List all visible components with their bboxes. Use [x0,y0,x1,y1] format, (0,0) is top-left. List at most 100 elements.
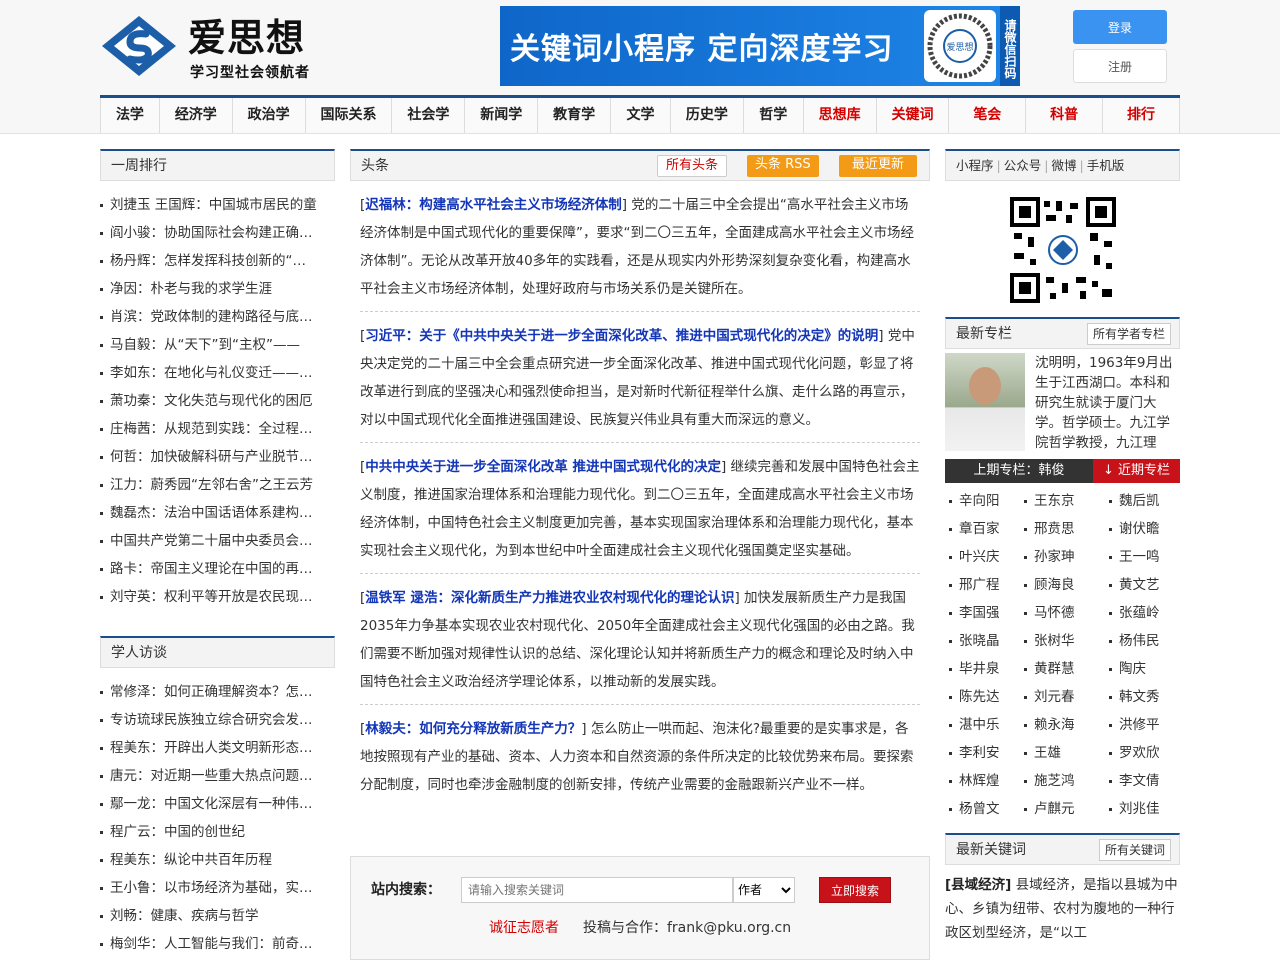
list-item[interactable]: 魏磊杰：法治中国话语体系建构… [100,499,335,527]
list-item[interactable]: 江力：蔚秀园“左邻右舍”之王云芳 [100,471,335,499]
scholar-name-link[interactable]: 邢贲思 [1020,515,1105,543]
scholar-name-link[interactable]: 洪修平 [1105,711,1180,739]
list-item[interactable]: 庄梅茜：从规范到实践：全过程… [100,415,335,443]
list-item[interactable]: 萧功秦：文化失范与现代化的困厄 [100,387,335,415]
nav-item[interactable]: 科普 [1026,98,1104,133]
scholar-name-link[interactable]: 李利安 [945,739,1020,767]
scholar-name-link[interactable]: 张晓晶 [945,627,1020,655]
scholar-name-link[interactable]: 黄文艺 [1105,571,1180,599]
nav-item[interactable]: 历史学 [671,98,744,133]
scholar-name-link[interactable]: 罗欢欣 [1105,739,1180,767]
rss-button[interactable]: 头条 RSS [747,155,819,177]
app-link[interactable]: 公众号 [1004,158,1042,173]
list-item[interactable]: 程广云：中国的创世纪 [100,818,335,846]
nav-item[interactable]: 社会学 [392,98,466,133]
nav-item[interactable]: 经济学 [160,98,233,133]
nav-item[interactable]: 关键词 [877,98,950,133]
scholar-name-link[interactable]: 王雄 [1020,739,1105,767]
recent-updates-button[interactable]: 最近更新 [839,155,917,177]
site-logo[interactable]: 爱思想 学习型社会领航者 [100,14,320,84]
nav-item[interactable]: 笔会 [949,98,1027,133]
scholar-name-link[interactable]: 赖永海 [1020,711,1105,739]
scholar-name-link[interactable]: 顾海良 [1020,571,1105,599]
article-title[interactable]: 迟福林：构建高水平社会主义市场经济体制 [365,197,622,213]
search-input[interactable] [461,877,733,903]
mini-program-banner[interactable]: 关键词小程序 定向深度学习 爱思想 请微信扫码 [500,6,1020,86]
nav-item[interactable]: 思想库 [804,98,877,133]
app-link[interactable]: 微博 [1051,158,1076,173]
scholar-name-link[interactable]: 施芝鸿 [1020,767,1105,795]
all-scholar-columns-button[interactable]: 所有学者专栏 [1086,323,1171,345]
list-item[interactable]: 梅剑华：人工智能与我们：前奇… [100,930,335,958]
scholar-name-link[interactable]: 李文倩 [1105,767,1180,795]
scholar-name-link[interactable]: 辛向阳 [945,487,1020,515]
app-link[interactable]: 小程序 [956,158,994,173]
article-title[interactable]: 中共中央关于进一步全面深化改革 推进中国式现代化的决定 [365,459,721,475]
scholar-name-link[interactable]: 黄群慧 [1020,655,1105,683]
app-link[interactable]: 手机版 [1087,158,1125,173]
nav-item[interactable]: 新闻学 [465,98,539,133]
list-item[interactable]: 刘捷玉 王国辉：中国城市居民的童 [100,191,335,219]
scholar-name-link[interactable]: 杨曾文 [945,795,1020,823]
scholar-name-link[interactable]: 魏后凯 [1105,487,1180,515]
scholar-name-link[interactable]: 王一鸣 [1105,543,1180,571]
list-item[interactable]: 何哲：加快破解科研与产业脱节… [100,443,335,471]
scholar-name-link[interactable]: 湛中乐 [945,711,1020,739]
nav-item[interactable]: 国际关系 [306,98,393,133]
scholar-name-link[interactable]: 张蕴岭 [1105,599,1180,627]
scholar-name-link[interactable]: 孙家珅 [1020,543,1105,571]
list-item[interactable]: 刘守英：权利平等开放是农民现… [100,583,335,611]
list-item[interactable]: 专访琉球民族独立综合研究会发… [100,706,335,734]
search-type-select[interactable]: 作者 [733,877,795,903]
list-item[interactable]: 唐元：对近期一些重大热点问题… [100,762,335,790]
scholar-name-link[interactable]: 叶兴庆 [945,543,1020,571]
scholar-name-link[interactable]: 林辉煌 [945,767,1020,795]
keyword-term[interactable]: [县域经济] [945,877,1011,893]
list-item[interactable]: 杨丹辉：怎样发挥科技创新的“… [100,247,335,275]
list-item[interactable]: 路卡：帝国主义理论在中国的再… [100,555,335,583]
list-item[interactable]: 李如东：在地化与礼仪变迁——… [100,359,335,387]
featured-scholar[interactable]: 沈明明，1963年9月出生于江西湖口。本科和研究生就读于厦门大学。哲学硕士。九江… [945,353,1180,459]
previous-column-link[interactable]: 上期专栏：韩俊 [945,459,1093,483]
scholar-name-link[interactable]: 杨伟民 [1105,627,1180,655]
list-item[interactable]: 净因：朴老与我的求学生涯 [100,275,335,303]
scholar-name-link[interactable]: 刘兆佳 [1105,795,1180,823]
all-headlines-button[interactable]: 所有头条 [657,155,728,177]
nav-item[interactable]: 文学 [611,98,671,133]
volunteer-link[interactable]: 诚征志愿者 [489,917,559,937]
list-item[interactable]: 鄢一龙：中国文化深层有一种伟… [100,790,335,818]
scholar-name-link[interactable]: 马怀德 [1020,599,1105,627]
scholar-name-link[interactable]: 王东京 [1020,487,1105,515]
nav-item[interactable]: 哲学 [744,98,804,133]
scholar-name-link[interactable]: 陈先达 [945,683,1020,711]
scholar-name-link[interactable]: 陶庆 [1105,655,1180,683]
scholar-name-link[interactable]: 韩文秀 [1105,683,1180,711]
register-button[interactable]: 注册 [1073,49,1167,83]
scholar-name-link[interactable]: 谢伏瞻 [1105,515,1180,543]
list-item[interactable]: 马自毅：从“天下”到“主权”—— [100,331,335,359]
scholar-name-link[interactable]: 张树华 [1020,627,1105,655]
scholar-name-link[interactable]: 毕井泉 [945,655,1020,683]
list-item[interactable]: 肖滨：党政体制的建构路径与底… [100,303,335,331]
scholar-name-link[interactable]: 章百家 [945,515,1020,543]
list-item[interactable]: 刘畅：健康、疾病与哲学 [100,902,335,930]
list-item[interactable]: 阎小骏：协助国际社会构建正确… [100,219,335,247]
nav-item[interactable]: 排行 [1103,98,1180,133]
scholar-name-link[interactable]: 刘元春 [1020,683,1105,711]
list-item[interactable]: 程美东：纵论中共百年历程 [100,846,335,874]
list-item[interactable]: 王小鲁：以市场经济为基础，实… [100,874,335,902]
nav-item[interactable]: 政治学 [233,98,306,133]
article-title[interactable]: 林毅夫：如何充分释放新质生产力？ [365,721,581,737]
scholar-name-link[interactable]: 卢麒元 [1020,795,1105,823]
nav-item[interactable]: 教育学 [538,98,612,133]
list-item[interactable]: 常修泽：如何正确理解资本？怎… [100,678,335,706]
login-button[interactable]: 登录 [1073,10,1167,44]
article-title[interactable]: 习近平：关于《中共中央关于进一步全面深化改革、推进中国式现代化的决定》的说明 [365,328,878,344]
article-title[interactable]: 温铁军 逯浩：深化新质生产力推进农业农村现代化的理论认识 [365,590,734,606]
nav-item[interactable]: 法学 [100,98,160,133]
all-keywords-button[interactable]: 所有关键词 [1098,839,1171,861]
scholar-name-link[interactable]: 李国强 [945,599,1020,627]
scholar-name-link[interactable]: 邢广程 [945,571,1020,599]
recent-columns-link[interactable]: ↓ 近期专栏 [1093,459,1180,483]
list-item[interactable]: 中国共产党第二十届中央委员会… [100,527,335,555]
